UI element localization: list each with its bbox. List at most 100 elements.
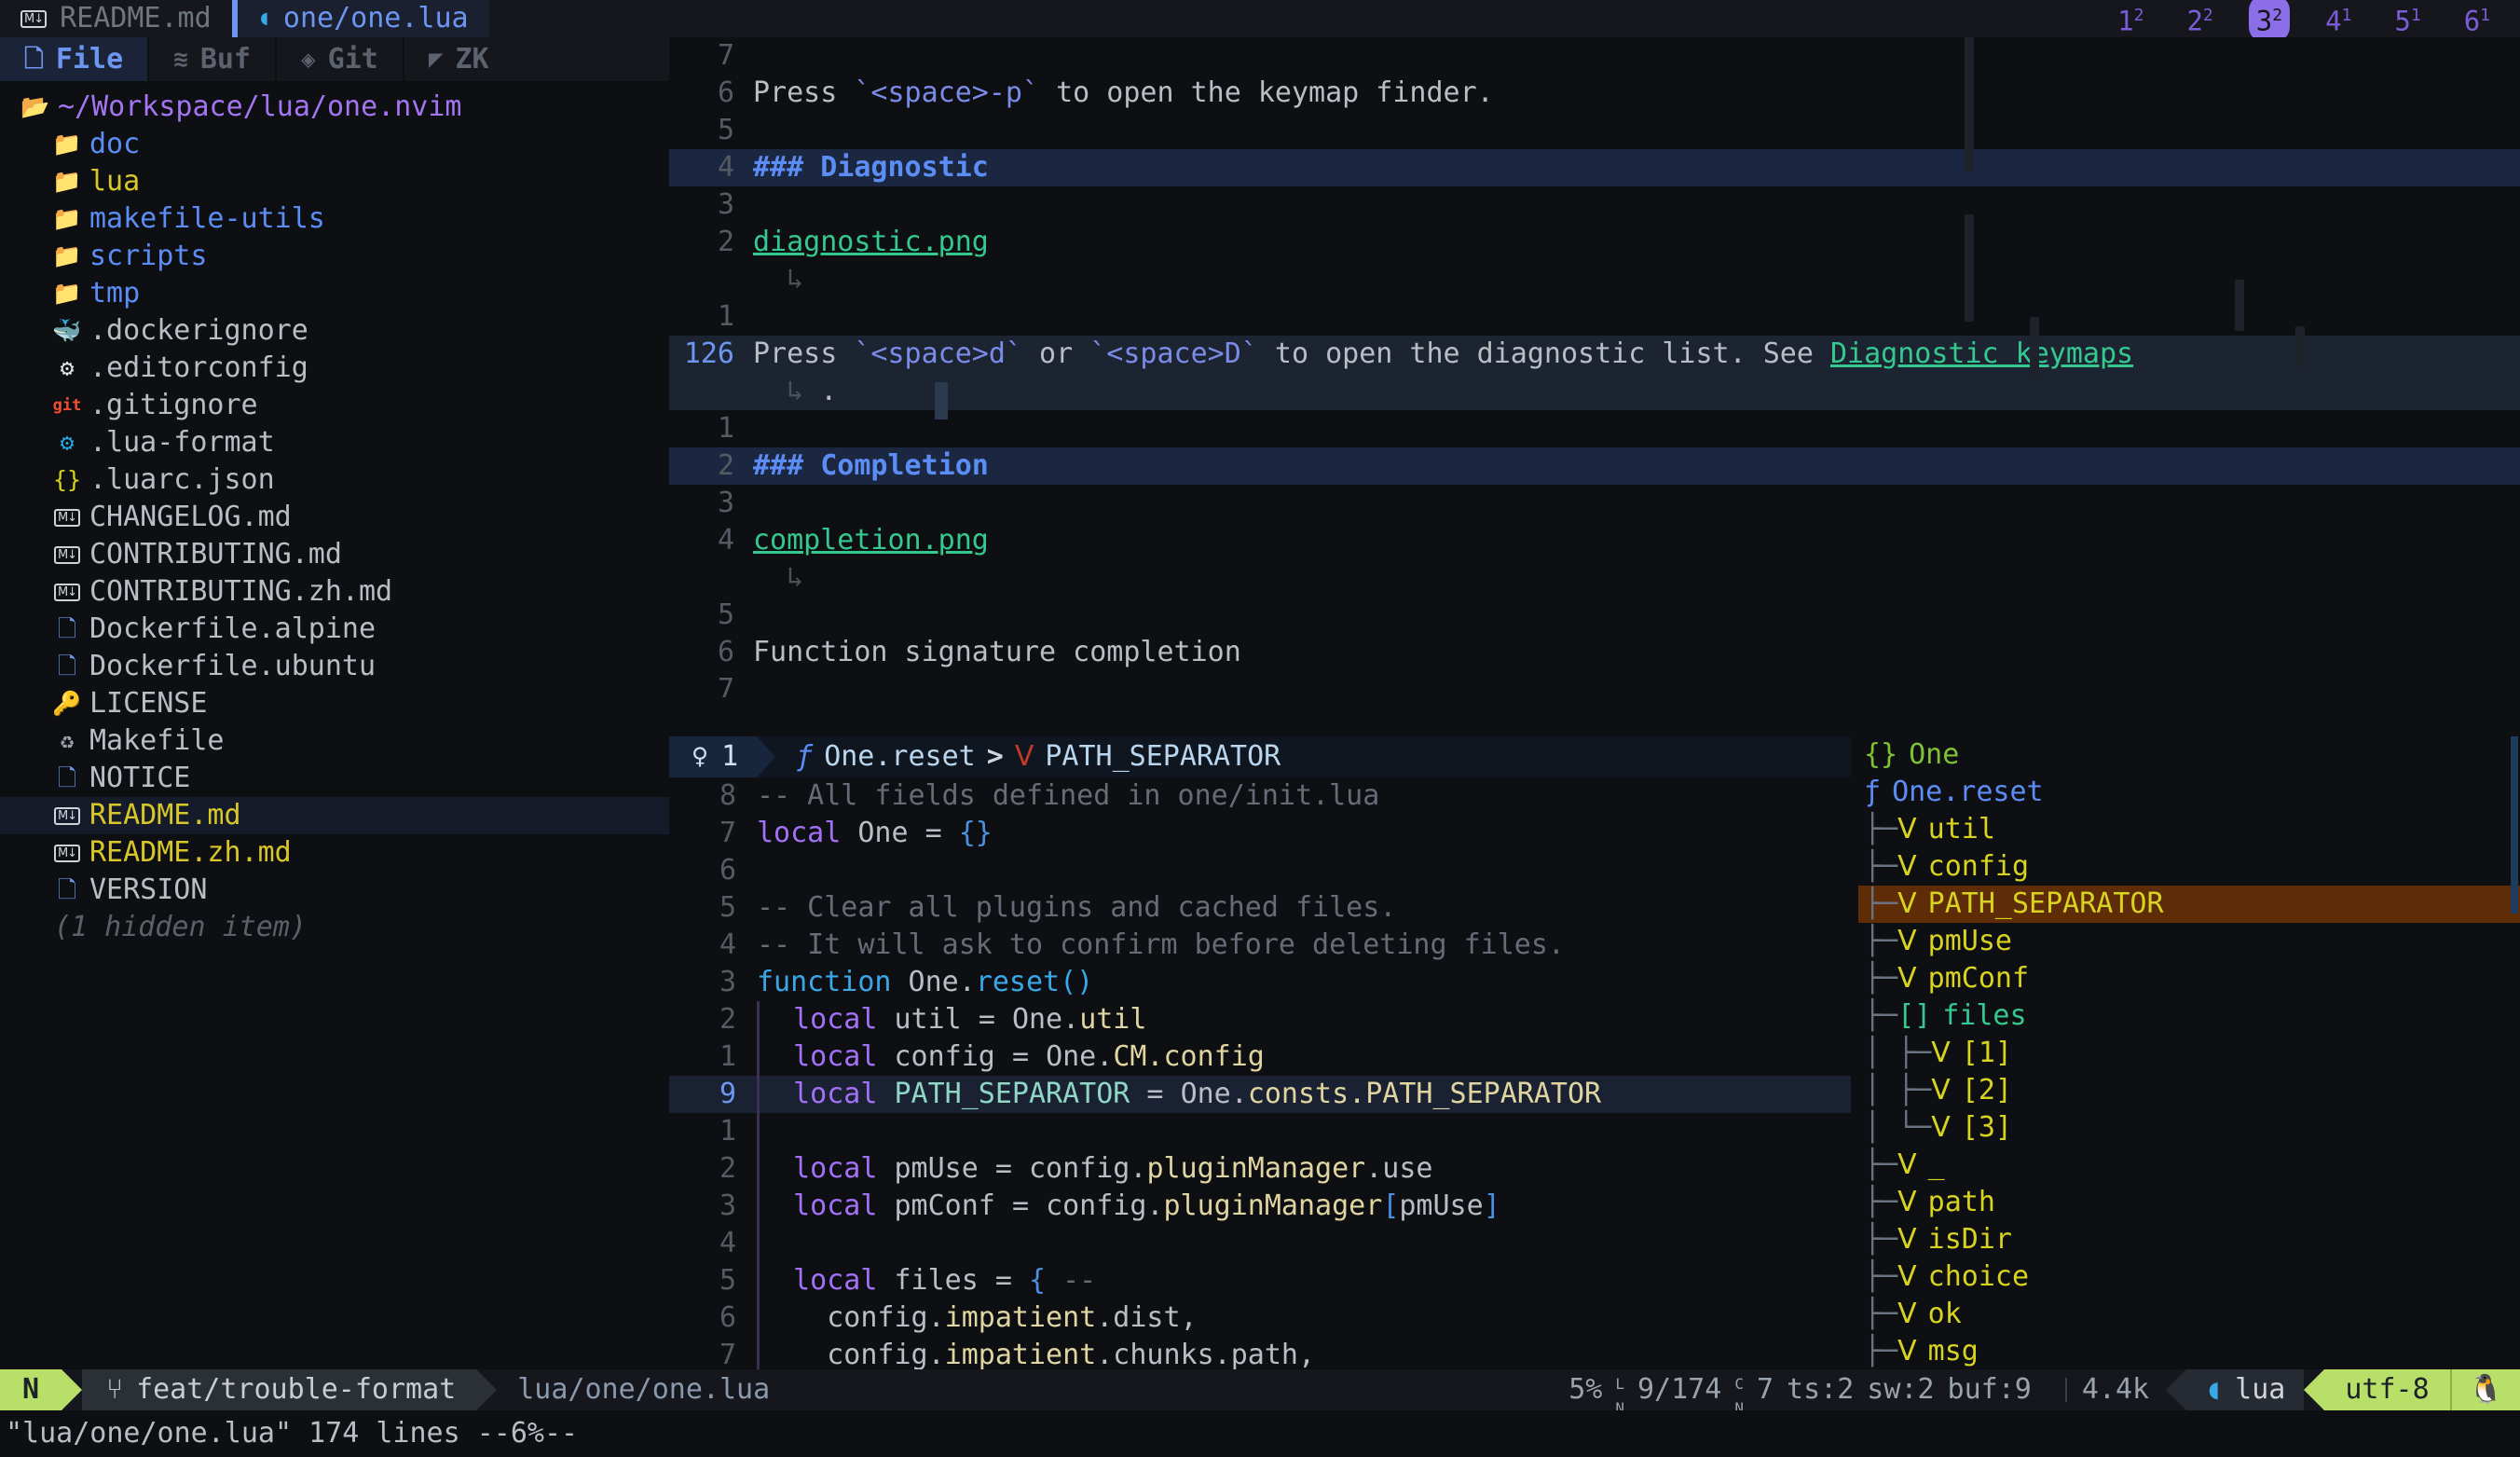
buffer-number: buf:9 xyxy=(1947,1373,2032,1406)
tree-item-doc[interactable]: 📁 doc xyxy=(0,126,775,163)
outline-item--1-[interactable]: │ ├─ Ⅴ [1] xyxy=(1858,1035,2520,1072)
outline-item--3-[interactable]: │ └─ Ⅴ [3] xyxy=(1858,1109,2520,1147)
tab-number-3[interactable]: 32 xyxy=(2248,0,2291,42)
tree-item-notice[interactable]: 🗋 NOTICE xyxy=(0,760,775,797)
tree-item-dockerfile-alpine[interactable]: 🗋 Dockerfile.alpine xyxy=(0,611,775,648)
code-line[interactable]: 6 xyxy=(669,852,1851,889)
outline-item-path-separator[interactable]: ├─ Ⅴ PATH_SEPARATOR xyxy=(1858,886,2520,923)
code-line[interactable]: 6 config. impatient .dist, xyxy=(669,1299,1851,1337)
command-line[interactable]: "lua/one/one.lua" 174 lines --6%-- xyxy=(0,1410,2520,1457)
code-line[interactable]: 3 function One. reset() xyxy=(669,964,1851,1001)
editor-line[interactable]: 2 ### Completion xyxy=(669,447,2520,485)
outline-item-config[interactable]: ├─ Ⅴconfig xyxy=(1858,848,2520,886)
code-line[interactable]: 7 local One = {} xyxy=(669,815,1851,852)
buffer-tab-one-lua[interactable]: ◖ one/one.lua xyxy=(237,0,489,37)
sidebar-tab-git[interactable]: ◈ Git xyxy=(275,37,403,81)
tree-item-tmp[interactable]: 📁 tmp xyxy=(0,275,775,312)
editor-pane-one-lua[interactable]: ♀ 1 ƒ One.reset > Ⅴ PATH_SEPARATOR 8 -- A… xyxy=(669,736,1851,1370)
code-line[interactable]: 8 -- All fields defined in one/init.lua xyxy=(669,777,1851,815)
tab-number-5[interactable]: 51 xyxy=(2387,0,2428,42)
tree-item-lua[interactable]: 📁 lua xyxy=(0,163,775,200)
code-line[interactable]: 4 xyxy=(669,1225,1851,1262)
diagnostic-indicator[interactable]: ♀ 1 xyxy=(669,736,758,777)
code-line[interactable]: 1 xyxy=(669,1113,1851,1150)
outline-item-label: One.reset xyxy=(1892,776,2044,808)
editor-line[interactable]: 6 Press `<space>-p` to open the keymap fi… xyxy=(669,75,2520,112)
symbol-outline-panel[interactable]: {} One ƒ One.reset ├─ Ⅴutil ├─ Ⅴconfig ├─ Ⅴ PATH_S… xyxy=(1858,736,2520,1370)
tab-number-2[interactable]: 22 xyxy=(2179,0,2220,42)
tree-item-makefile[interactable]: ♻ Makefile xyxy=(0,722,775,760)
outline-item-ok[interactable]: ├─ Ⅴok xyxy=(1858,1296,2520,1333)
tree-root[interactable]: 📂 ~/Workspace/lua/one.nvim xyxy=(0,89,775,126)
tree-item--gitignore[interactable]: git .gitignore xyxy=(0,387,775,424)
tree-item-readme-md[interactable]: M↓README.md●↻ xyxy=(0,797,775,834)
editor-line[interactable]: 5 xyxy=(669,597,2520,634)
editor-line[interactable]: 7 xyxy=(669,37,2520,75)
tree-item-contributing-md[interactable]: M↓ CONTRIBUTING.md xyxy=(0,536,775,573)
editor-line[interactable]: 5 xyxy=(669,112,2520,149)
tab-number-1[interactable]: 12 xyxy=(2110,0,2151,42)
code-token: = xyxy=(1130,1078,1181,1110)
outline-item-pmuse[interactable]: ├─ ⅤpmUse xyxy=(1858,923,2520,960)
tab-number-6[interactable]: 61 xyxy=(2457,0,2498,42)
code-line[interactable]: 5 local files = { -- xyxy=(669,1262,1851,1299)
buffer-tab-readme[interactable]: M↓ README.md xyxy=(0,0,232,37)
code-token: One. xyxy=(1011,1003,1080,1036)
breadcrumb-function[interactable]: One.reset xyxy=(824,738,976,776)
tree-item--dockerignore[interactable]: 🐳 .dockerignore xyxy=(0,312,775,350)
sidebar-tab-file[interactable]: 🗋 File xyxy=(0,37,148,81)
outline-item-util[interactable]: ├─ Ⅴutil xyxy=(1858,811,2520,848)
code-line[interactable]: 3 local pmConf = config. pluginManager[pm… xyxy=(669,1188,1851,1225)
code-token: .dist, xyxy=(1096,1301,1198,1334)
editor-line[interactable]: 2 diagnostic.png xyxy=(669,224,2520,261)
tree-item-dockerfile-ubuntu[interactable]: 🗋 Dockerfile.ubuntu xyxy=(0,648,775,685)
outline-scrollbar[interactable] xyxy=(2511,736,2518,914)
tree-item-license[interactable]: 🔑 LICENSE xyxy=(0,685,775,722)
code-line[interactable]: 1 local config = One. CM.config xyxy=(669,1038,1851,1076)
git-branch-indicator[interactable]: ⑂ feat/trouble-format xyxy=(82,1369,477,1410)
code-line[interactable]: 5 -- Clear all plugins and cached files. xyxy=(669,889,1851,927)
indent-guide xyxy=(757,1113,760,1150)
sidebar-tab-buf[interactable]: ≋ Buf xyxy=(147,37,275,81)
tree-item-makefile-utils[interactable]: 📁 makefile-utils xyxy=(0,200,775,238)
language-indicator[interactable]: ◖ lua xyxy=(2186,1369,2305,1410)
outline-item-isdir[interactable]: ├─ ⅤisDir xyxy=(1858,1221,2520,1258)
tab-number-4[interactable]: 41 xyxy=(2318,0,2359,42)
tree-item--lua-format[interactable]: ⚙ .lua-format xyxy=(0,424,775,461)
tree-item--luarc-json[interactable]: {} .luarc.json xyxy=(0,461,775,499)
outline-item-files[interactable]: ├─[] files xyxy=(1858,997,2520,1035)
tree-item--editorconfig[interactable]: ⚙ .editorconfig xyxy=(0,350,775,387)
line-number: 6 xyxy=(719,854,736,887)
editor-line[interactable]: 6 Function signature completion xyxy=(669,634,2520,671)
document-icon: 🗋 xyxy=(57,653,77,680)
outline-item-choice[interactable]: ├─ Ⅴchoice xyxy=(1858,1258,2520,1296)
outline-item--[interactable]: ├─ Ⅴ _ xyxy=(1858,1147,2520,1184)
tree-item-contributing-zh-md[interactable]: M↓ CONTRIBUTING.zh.md xyxy=(0,573,775,611)
editor-line[interactable]: 3 xyxy=(669,485,2520,522)
outline-item-pmconf[interactable]: ├─ ⅤpmConf xyxy=(1858,960,2520,997)
outline-item--2-[interactable]: │ ├─ Ⅴ [2] xyxy=(1858,1072,2520,1109)
tree-item-label: doc xyxy=(89,128,141,160)
outline-item-one-reset[interactable]: ƒ One.reset xyxy=(1858,774,2520,811)
code-line[interactable]: 9 local PATH_SEPARATOR = One. consts.PATH… xyxy=(669,1076,1851,1113)
tree-item-version[interactable]: 🗋 VERSION xyxy=(0,872,775,909)
tree-item-changelog-md[interactable]: M↓ CHANGELOG.md xyxy=(0,499,775,536)
code-line[interactable]: 4 -- It will ask to confirm before deleti… xyxy=(669,927,1851,964)
editor-line[interactable]: 4 completion.png xyxy=(669,522,2520,559)
editor-line[interactable]: 4 ### Diagnostic xyxy=(669,149,2520,186)
sidebar-tab-zk[interactable]: ◤ ZK xyxy=(402,37,514,81)
outline-item-one[interactable]: {} One xyxy=(1858,736,2520,774)
outline-item-path[interactable]: ├─ Ⅴpath xyxy=(1858,1184,2520,1221)
editor-line[interactable]: 126 Press `<space>d` or `<space>D` to ope… xyxy=(669,336,2520,373)
editor-line[interactable]: 7 xyxy=(669,671,2520,697)
editor-pane-readme[interactable]: 7 6 Press `<space>-p` to open the keymap f… xyxy=(669,37,2520,697)
tree-item-scripts[interactable]: 📁 scripts xyxy=(0,238,775,275)
code-line[interactable]: 2 local util = One. util xyxy=(669,1001,1851,1038)
code-line[interactable]: 2 local pmUse = config. pluginManager .use xyxy=(669,1150,1851,1188)
editor-line[interactable]: ↳ xyxy=(669,559,2520,597)
editor-line[interactable]: 3 xyxy=(669,186,2520,224)
breadcrumb-variable[interactable]: PATH_SEPARATOR xyxy=(1045,738,1281,776)
tree-item-readme-zh-md[interactable]: M↓README.zh.md●↻ xyxy=(0,834,775,872)
scrollbar-blip xyxy=(2295,326,2305,368)
tree-item-label: scripts xyxy=(89,240,208,272)
